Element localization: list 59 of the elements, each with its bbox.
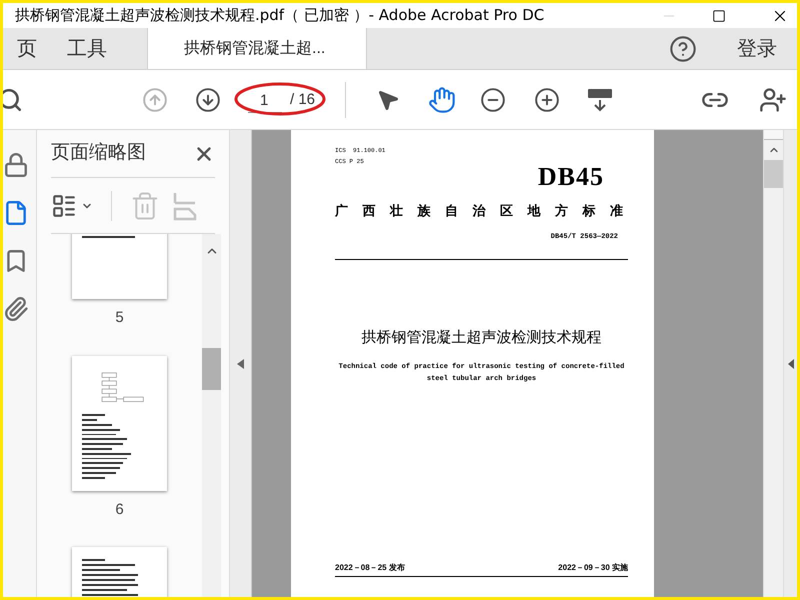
help-icon[interactable] [669, 34, 697, 62]
text-line-drawing [82, 434, 116, 436]
text-line-drawing [82, 414, 104, 416]
text-line-drawing [82, 472, 116, 474]
document-title: 拱桥钢管混凝土超声波检测技术规程 [362, 327, 602, 348]
text-line-drawing [82, 419, 97, 421]
standard-logo: DB45 [538, 164, 604, 190]
text-line-drawing [82, 428, 120, 431]
text-line-drawing [82, 574, 138, 576]
issue-date: 2022－08－25 发布 [335, 562, 405, 574]
text-line-drawing [82, 462, 124, 464]
text-line-drawing [82, 452, 131, 455]
text-line-drawing [82, 458, 127, 460]
page-total: / 16 [290, 90, 316, 110]
search-icon[interactable] [3, 86, 23, 112]
scrollbar[interactable] [763, 130, 783, 597]
text-line-drawing [82, 569, 120, 571]
issuer-heading: 广西壮族自治区地方标准 [335, 202, 628, 221]
arrow-down-circle-icon[interactable] [195, 86, 221, 112]
page-number: 5 [115, 308, 124, 328]
text-line-drawing [82, 424, 112, 426]
nav-tab[interactable]: 页 [17, 28, 37, 69]
page-thumbnail[interactable] [72, 356, 167, 490]
text-line-drawing [82, 448, 112, 450]
window-title: 拱桥钢管混凝土超声波检测技术规程.pdf（ 已加密 ）- Adobe Acrobat Pro DC [15, 5, 544, 26]
text-line-drawing [82, 236, 134, 238]
text-line-drawing [82, 584, 138, 586]
nav-tab[interactable]: 工具 [67, 28, 107, 69]
scrollbar[interactable] [202, 234, 221, 597]
text-line-drawing [82, 559, 104, 561]
text-line-drawing [82, 594, 138, 596]
text-line-drawing [82, 564, 134, 566]
sign-in-button[interactable]: 登录 [737, 34, 777, 64]
page-icon[interactable] [3, 200, 28, 226]
expand-arrow-icon[interactable] [788, 358, 794, 368]
scrollbar-thumb[interactable] [202, 348, 221, 390]
text-line-drawing [82, 438, 127, 440]
text-line-drawing [82, 589, 127, 591]
page-number-field[interactable]: 1 [248, 86, 282, 112]
collapse-arrow-icon[interactable] [237, 358, 244, 368]
text-line-drawing [82, 476, 104, 479]
text-line-drawing [82, 467, 120, 469]
page-number: 6 [115, 500, 124, 520]
hand-icon[interactable] [428, 86, 456, 114]
text-line-drawing [82, 579, 134, 581]
zoom-out-icon[interactable] [480, 86, 506, 112]
effective-date: 2022－09－30 实施 [558, 562, 628, 574]
list-icon [51, 192, 77, 218]
maximize-icon[interactable] [712, 8, 726, 22]
paperclip-icon[interactable] [3, 296, 28, 322]
scrollbar-thumb[interactable] [764, 160, 783, 188]
thumbnail-options-button[interactable] [51, 192, 93, 218]
text-line-drawing [82, 443, 124, 445]
add-user-icon[interactable] [759, 86, 787, 114]
document-tab[interactable]: 拱桥钢管混凝土超... [147, 28, 367, 69]
lock-icon[interactable] [3, 152, 28, 178]
panel-title: 页面缩略图 [51, 141, 146, 166]
zoom-in-icon[interactable] [534, 86, 560, 112]
keyboard-down-icon[interactable] [586, 86, 614, 112]
